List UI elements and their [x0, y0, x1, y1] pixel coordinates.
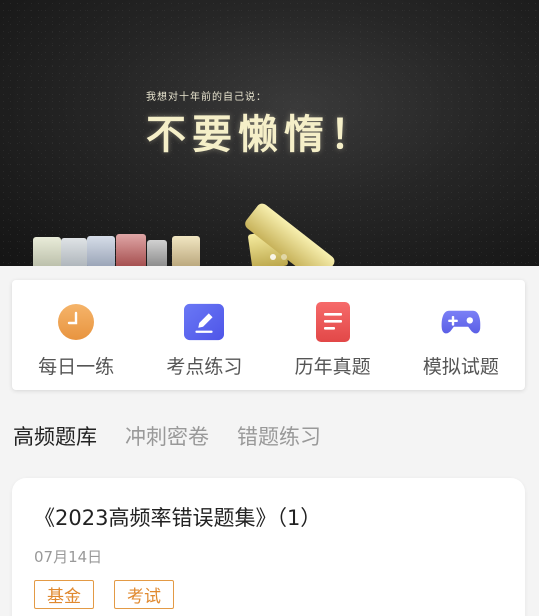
menu-item-label: 模拟试题: [422, 356, 499, 378]
menu-item-label: 每日一练: [38, 356, 115, 378]
chalk-piece: [87, 236, 115, 266]
chalk-piece: [172, 236, 200, 266]
tag-badge: 基金: [34, 580, 94, 609]
question-set-date: 07月14日: [34, 548, 103, 566]
chalk-piece: [61, 238, 87, 266]
question-set-title: 《2023高频率错误题集》（1）: [34, 506, 322, 530]
menu-item-mock-exams[interactable]: 模拟试题: [397, 280, 525, 390]
chalk-piece: [33, 237, 61, 266]
pencil-edit-icon: [184, 302, 225, 342]
tag-badge: 考试: [114, 580, 174, 609]
question-bank-tabs: 高频题库 冲刺密卷 错题练习: [13, 421, 321, 451]
banner-slogan: 不要懒惰！: [146, 112, 376, 158]
tag-list: 基金 考试: [34, 580, 174, 609]
quick-menu: 每日一练 考点练习 历年真题 模拟试题: [12, 280, 525, 390]
chalk-piece: [147, 240, 167, 266]
tab-sprint-papers[interactable]: 冲刺密卷: [125, 421, 209, 451]
tab-wrong-questions[interactable]: 错题练习: [237, 421, 321, 451]
carousel-indicator: [270, 254, 287, 260]
document-icon: [313, 302, 353, 342]
tab-high-frequency[interactable]: 高频题库: [13, 421, 97, 451]
menu-item-daily-practice[interactable]: 每日一练: [12, 280, 140, 390]
menu-item-topic-practice[interactable]: 考点练习: [140, 280, 268, 390]
clock-icon: [56, 302, 96, 342]
menu-item-label: 考点练习: [166, 356, 243, 378]
menu-item-past-exams[interactable]: 历年真题: [269, 280, 397, 390]
carousel-dot[interactable]: [281, 254, 287, 260]
banner-carousel[interactable]: 我想对十年前的自己说： 不要懒惰！: [0, 0, 539, 266]
banner-subtitle: 我想对十年前的自己说：: [146, 92, 267, 103]
menu-item-label: 历年真题: [294, 356, 371, 378]
question-set-card[interactable]: 《2023高频率错误题集》（1） 07月14日 基金 考试: [12, 478, 525, 616]
chalk-piece: [116, 234, 146, 266]
gamepad-icon: [441, 302, 481, 342]
carousel-dot[interactable]: [270, 254, 276, 260]
